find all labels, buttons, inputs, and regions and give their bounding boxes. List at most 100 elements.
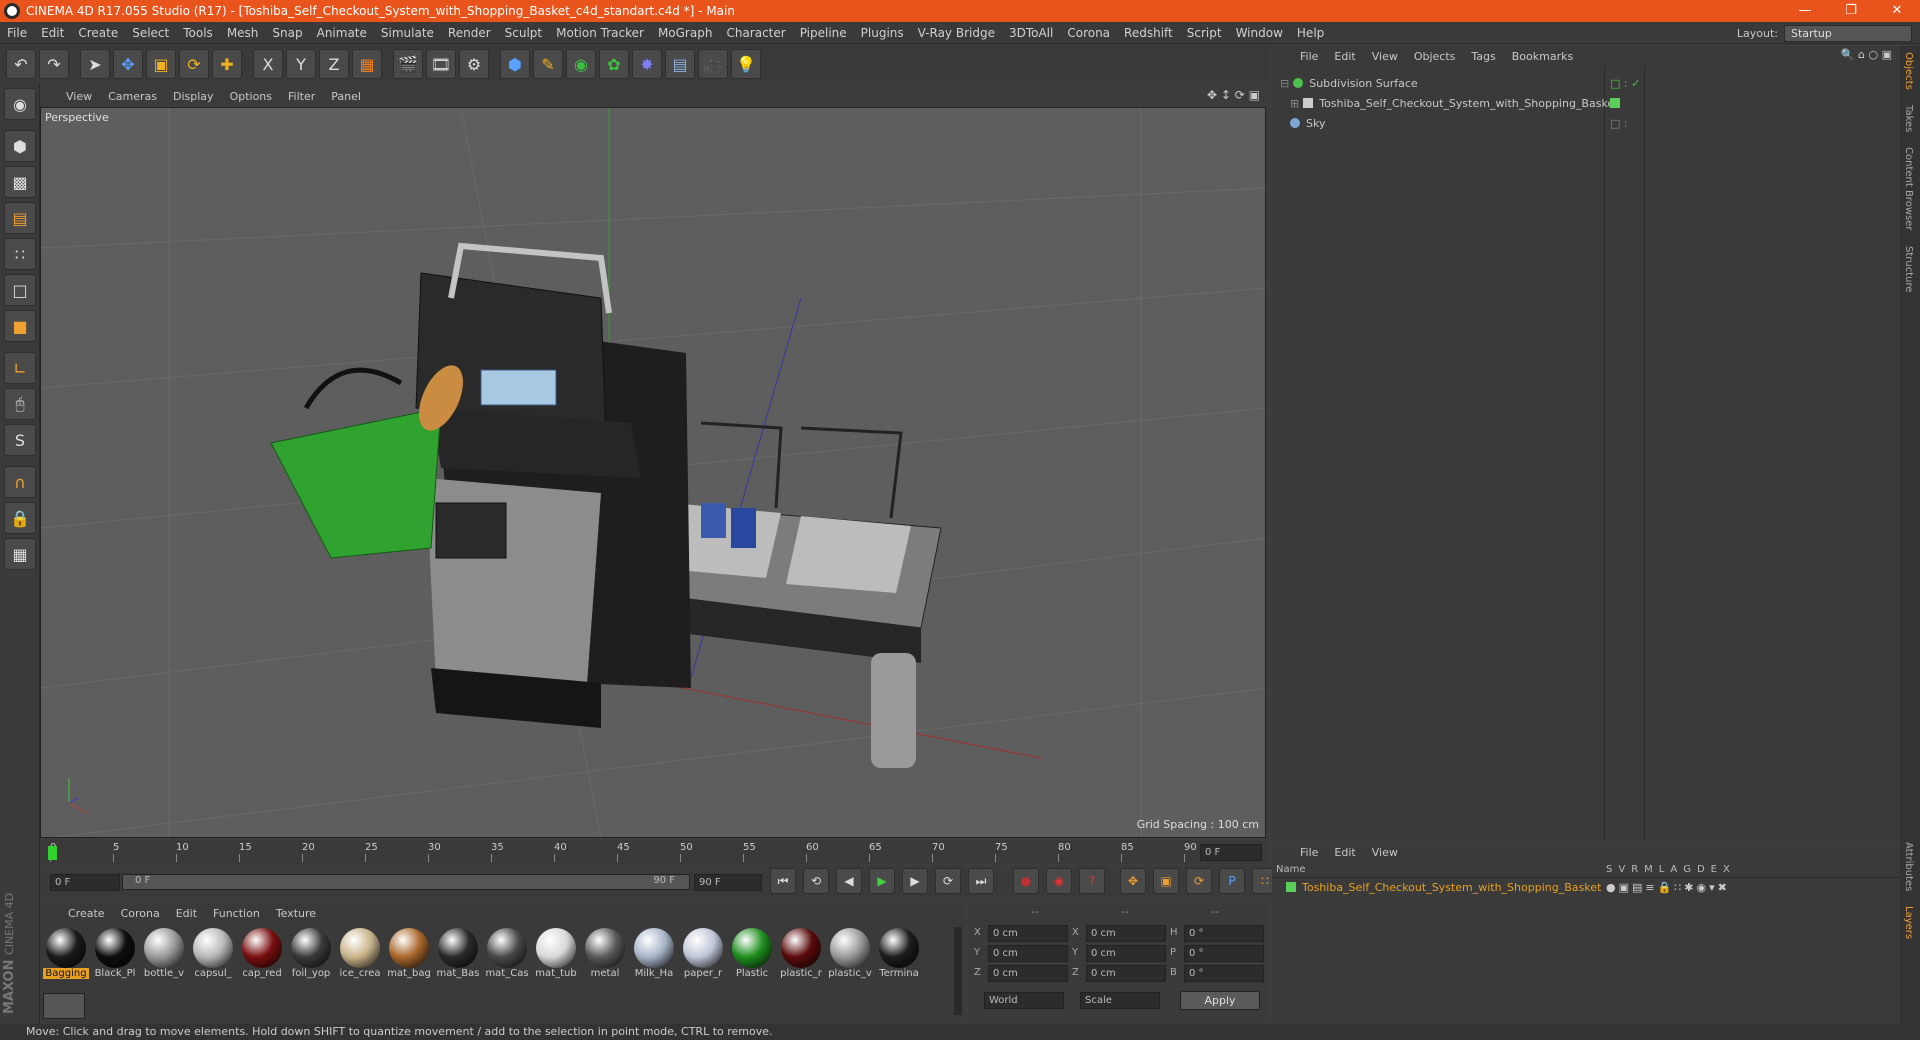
vp-menu-options[interactable]: Options xyxy=(222,90,280,103)
cube-primitive-icon[interactable]: ⬢ xyxy=(500,49,530,79)
layer-flag-header[interactable]: A xyxy=(1670,864,1677,875)
3d-viewport[interactable]: Perspective Grid Spacing : 100 cm xyxy=(40,107,1266,838)
menu-help[interactable]: Help xyxy=(1290,26,1331,40)
subdivision-icon[interactable]: ◉ xyxy=(566,49,596,79)
menu-redshift[interactable]: Redshift xyxy=(1117,26,1180,40)
material-swatch[interactable]: cap_red xyxy=(239,926,285,986)
next-frame-icon[interactable]: ▶ xyxy=(902,868,928,894)
vp-menu-panel[interactable]: Panel xyxy=(323,90,369,103)
menu-vray-bridge[interactable]: V-Ray Bridge xyxy=(911,26,1002,40)
y-axis-lock-icon[interactable]: Y xyxy=(286,49,316,79)
menu-render[interactable]: Render xyxy=(441,26,498,40)
material-swatch[interactable]: bottle_v xyxy=(141,926,187,986)
menu-select[interactable]: Select xyxy=(125,26,176,40)
obj-menu-bookmarks[interactable]: Bookmarks xyxy=(1504,50,1581,63)
mat-menu-create[interactable]: Create xyxy=(60,907,113,920)
points-mode-icon[interactable]: ∷ xyxy=(4,238,36,270)
visibility-check-icon[interactable]: □ : ✓ xyxy=(1610,77,1640,90)
timeline-ruler[interactable]: 051015202530354045505560657075808590 0 F xyxy=(40,840,1266,864)
key-position-icon[interactable]: ✥ xyxy=(1120,868,1146,894)
layer-flag-header[interactable]: E xyxy=(1711,864,1717,875)
material-swatch[interactable]: Bagging xyxy=(43,926,89,986)
material-scrollbar[interactable] xyxy=(954,927,962,1015)
coord-mode-select[interactable]: Scale xyxy=(1080,992,1160,1009)
light-icon[interactable]: 💡 xyxy=(731,49,761,79)
material-swatch[interactable]: mat_tub xyxy=(533,926,579,986)
key-parameter-icon[interactable]: P xyxy=(1219,868,1245,894)
record-keys-icon[interactable]: ● xyxy=(1013,868,1039,894)
pen-spline-icon[interactable]: ✎ xyxy=(533,49,563,79)
material-swatch[interactable]: Plastic xyxy=(729,926,775,986)
z-axis-lock-icon[interactable]: Z xyxy=(319,49,349,79)
material-swatch[interactable]: Milk_Ha xyxy=(631,926,677,986)
goto-start-icon[interactable]: ⏮ xyxy=(770,868,796,894)
layer-menu-edit[interactable]: Edit xyxy=(1326,846,1363,859)
prev-frame-icon[interactable]: ◀ xyxy=(836,868,862,894)
tab-structure[interactable]: Structure xyxy=(1903,246,1914,293)
render-view-icon[interactable]: 🎬 xyxy=(393,49,423,79)
mograph-cloner-icon[interactable]: ✿ xyxy=(599,49,629,79)
material-swatch[interactable]: foil_yop xyxy=(288,926,334,986)
vp-menu-filter[interactable]: Filter xyxy=(280,90,323,103)
layer-row[interactable]: Toshiba_Self_Checkout_System_with_Shoppi… xyxy=(1272,878,1900,896)
floor-scene-icon[interactable]: ▤ xyxy=(665,49,695,79)
key-scale-icon[interactable]: ▣ xyxy=(1153,868,1179,894)
visibility-dots-icon[interactable]: □ : xyxy=(1610,117,1628,130)
material-swatch[interactable]: Termina xyxy=(876,926,922,986)
magnet-icon[interactable]: ∩ xyxy=(4,466,36,498)
menu-create[interactable]: Create xyxy=(71,26,125,40)
tab-attributes[interactable]: Attributes xyxy=(1903,842,1914,891)
viewport-nav-icons[interactable]: ✥ ↕ ⟳ ▣ xyxy=(1207,88,1260,102)
tab-content-browser[interactable]: Content Browser xyxy=(1903,147,1914,230)
camera-icon[interactable]: 🎥 xyxy=(698,49,728,79)
layer-flag-header[interactable]: G xyxy=(1683,864,1691,875)
material-swatch[interactable]: plastic_v xyxy=(827,926,873,986)
polygons-mode-icon[interactable]: ■ xyxy=(4,310,36,342)
vp-menu-display[interactable]: Display xyxy=(165,90,222,103)
menu-motion-tracker[interactable]: Motion Tracker xyxy=(549,26,651,40)
lock-workplane-icon[interactable]: 🔒 xyxy=(4,502,36,534)
undo-icon[interactable]: ↶ xyxy=(6,49,36,79)
layer-flag-header[interactable]: S xyxy=(1606,864,1612,875)
tab-takes[interactable]: Takes xyxy=(1903,105,1914,132)
planar-workplane-icon[interactable]: ▦ xyxy=(4,538,36,570)
menu-animate[interactable]: Animate xyxy=(310,26,374,40)
vp-menu-cameras[interactable]: Cameras xyxy=(100,90,165,103)
edges-mode-icon[interactable]: □ xyxy=(4,274,36,306)
menu-pipeline[interactable]: Pipeline xyxy=(793,26,854,40)
layer-flag-header[interactable]: M xyxy=(1644,864,1653,875)
menu-tools[interactable]: Tools xyxy=(176,26,220,40)
obj-menu-objects[interactable]: Objects xyxy=(1406,50,1464,63)
tab-objects[interactable]: Objects xyxy=(1903,52,1914,90)
coord-value-field[interactable]: 0 cm xyxy=(988,925,1068,942)
obj-menu-file[interactable]: File xyxy=(1292,50,1326,63)
menu-3dtoall[interactable]: 3DToAll xyxy=(1002,26,1060,40)
object-row-sky[interactable]: Sky □ : xyxy=(1272,114,1900,132)
object-search-icons[interactable]: 🔍 ⌂ ○ ▣ xyxy=(1841,48,1892,61)
mat-menu-function[interactable]: Function xyxy=(205,907,268,920)
snap-icon[interactable]: S xyxy=(4,424,36,456)
deformer-icon[interactable]: ✸ xyxy=(632,49,662,79)
tab-layers[interactable]: Layers xyxy=(1903,906,1914,939)
axis-mode-icon[interactable]: ∟ xyxy=(4,352,36,384)
layer-flag-icons[interactable]: ●▣▤≡🔒∷✱◉▾✖ xyxy=(1606,881,1730,894)
coord-value-field[interactable]: 0 ° xyxy=(1184,965,1264,982)
next-key-icon[interactable]: ⟳ xyxy=(935,868,961,894)
model-mode-icon[interactable]: ⬢ xyxy=(4,130,36,162)
menu-corona[interactable]: Corona xyxy=(1060,26,1117,40)
coord-value-field[interactable]: 0 ° xyxy=(1184,925,1264,942)
prev-key-icon[interactable]: ⟲ xyxy=(803,868,829,894)
mat-menu-texture[interactable]: Texture xyxy=(268,907,324,920)
make-editable-icon[interactable]: ◉ xyxy=(4,88,36,120)
mat-menu-edit[interactable]: Edit xyxy=(168,907,205,920)
layer-flag-header[interactable]: L xyxy=(1659,864,1665,875)
menu-snap[interactable]: Snap xyxy=(265,26,309,40)
layout-select[interactable]: Startup xyxy=(1784,24,1912,42)
coord-value-field[interactable]: 0 cm xyxy=(988,945,1068,962)
obj-menu-edit[interactable]: Edit xyxy=(1326,50,1363,63)
menu-script[interactable]: Script xyxy=(1180,26,1229,40)
minimize-button[interactable]: — xyxy=(1782,0,1828,22)
material-swatch[interactable]: mat_Cas xyxy=(484,926,530,986)
layer-menu-view[interactable]: View xyxy=(1364,846,1406,859)
x-axis-lock-icon[interactable]: X xyxy=(253,49,283,79)
